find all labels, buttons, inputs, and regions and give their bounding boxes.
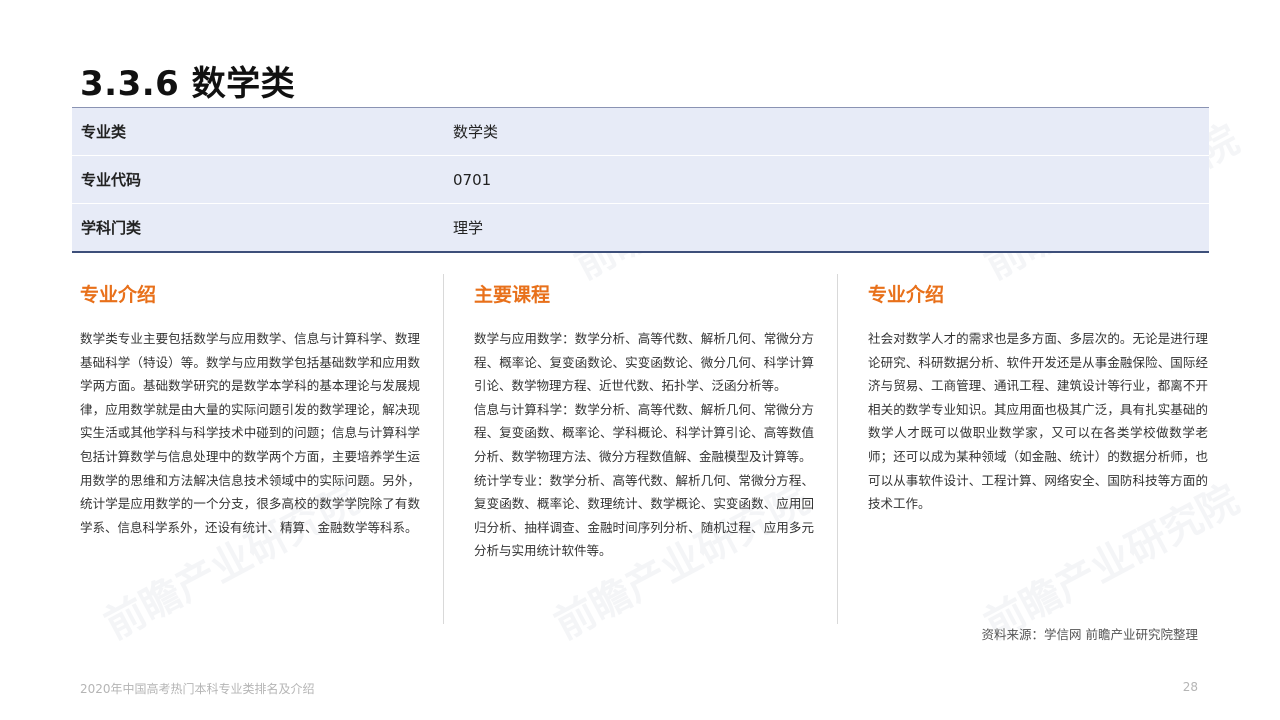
page-number: 28	[1182, 680, 1198, 694]
table-value: 0701	[453, 170, 492, 189]
footer-title: 2020年中国高考热门本科专业类排名及介绍	[80, 682, 315, 696]
table-row: 专业类 数学类	[72, 108, 1209, 156]
table-key: 专业代码	[81, 171, 142, 189]
section-title: 专业介绍	[80, 284, 157, 306]
table-row: 专业代码 0701	[72, 156, 1209, 204]
page-title: 3.3.6 数学类	[80, 64, 296, 104]
paragraph: 统计学专业：数学分析、高等代数、解析几何、常微分方程、复变函数、概率论、数理统计…	[474, 472, 814, 559]
section-body: 数学类专业主要包括数学与应用数学、信息与计算科学、数理基础科学（特设）等。数学与…	[80, 327, 420, 539]
section-body: 社会对数学人才的需求也是多方面、多层次的。无论是进行理论研究、科研数据分析、软件…	[868, 327, 1208, 516]
paragraph: 社会对数学人才的需求也是多方面、多层次的。无论是进行理论研究、科研数据分析、软件…	[868, 331, 1208, 512]
section-title: 专业介绍	[868, 284, 945, 306]
column-divider	[837, 274, 838, 624]
section-title: 主要课程	[474, 284, 551, 306]
paragraph: 数学类专业主要包括数学与应用数学、信息与计算科学、数理基础科学（特设）等。数学与…	[80, 331, 420, 535]
paragraph: 信息与计算科学：数学分析、高等代数、解析几何、常微分方程、复变函数、概率论、学科…	[474, 401, 814, 464]
info-table: 专业类 数学类 专业代码 0701 学科门类 理学	[72, 107, 1209, 253]
intro-column: 专业介绍 数学类专业主要包括数学与应用数学、信息与计算科学、数理基础科学（特设）…	[80, 280, 420, 539]
table-key: 学科门类	[81, 219, 142, 237]
table-value: 数学类	[453, 123, 499, 141]
section-body: 数学与应用数学：数学分析、高等代数、解析几何、常微分方程、概率论、复变函数论、实…	[474, 327, 814, 563]
source-note: 资料来源：学信网 前瞻产业研究院整理	[981, 627, 1198, 642]
paragraph: 数学与应用数学：数学分析、高等代数、解析几何、常微分方程、概率论、复变函数论、实…	[474, 331, 814, 394]
table-value: 理学	[453, 219, 484, 237]
column-divider	[443, 274, 444, 624]
career-column: 专业介绍 社会对数学人才的需求也是多方面、多层次的。无论是进行理论研究、科研数据…	[868, 280, 1208, 516]
table-row: 学科门类 理学	[72, 204, 1209, 251]
table-key: 专业类	[81, 123, 127, 141]
courses-column: 主要课程 数学与应用数学：数学分析、高等代数、解析几何、常微分方程、概率论、复变…	[474, 280, 814, 563]
